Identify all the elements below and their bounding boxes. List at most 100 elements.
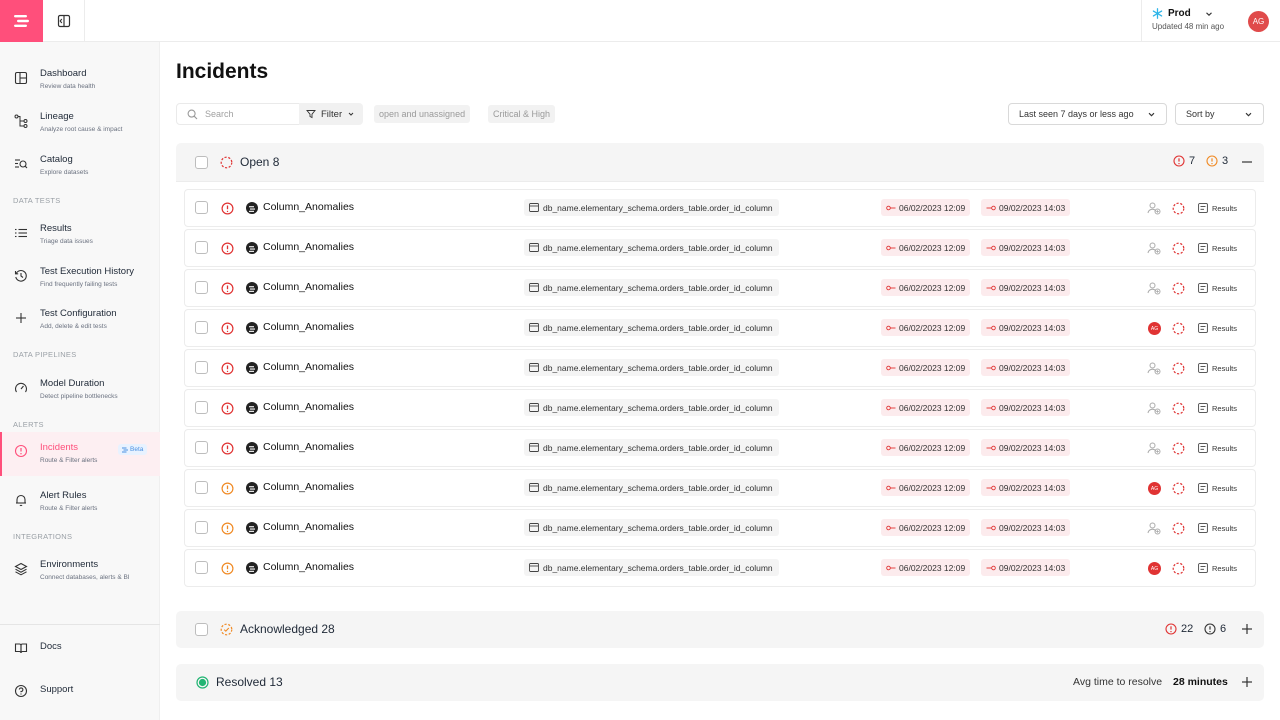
table-tag[interactable]: db_name.elementary_schema.orders_table.o… bbox=[524, 359, 779, 376]
incident-row[interactable]: Column_Anomalies db_name.elementary_sche… bbox=[184, 349, 1256, 387]
table-tag[interactable]: db_name.elementary_schema.orders_table.o… bbox=[524, 239, 779, 256]
sidebar-item-docs[interactable]: Docs bbox=[0, 635, 160, 665]
search-box[interactable] bbox=[176, 103, 300, 125]
table-tag[interactable]: db_name.elementary_schema.orders_table.o… bbox=[524, 559, 779, 576]
status-change-icon[interactable] bbox=[1172, 242, 1185, 255]
table-tag[interactable]: db_name.elementary_schema.orders_table.o… bbox=[524, 519, 779, 536]
sidebar-item-environments[interactable]: Environments Connect databases, alerts &… bbox=[0, 550, 160, 592]
results-button[interactable]: Results bbox=[1198, 360, 1237, 376]
incident-row[interactable]: Column_Anomalies db_name.elementary_sche… bbox=[184, 269, 1256, 307]
results-button[interactable]: Results bbox=[1198, 480, 1237, 496]
assign-user-icon[interactable] bbox=[1147, 521, 1161, 535]
filter-chip-open-unassigned[interactable]: open and unassigned bbox=[374, 105, 471, 123]
incident-group-resolved[interactable]: Resolved 13 Avg time to resolve 28 minut… bbox=[176, 664, 1264, 701]
sidebar-item-test-configuration[interactable]: Test Configuration Add, delete & edit te… bbox=[0, 299, 160, 341]
status-change-icon[interactable] bbox=[1172, 402, 1185, 415]
sidebar-item-model-duration[interactable]: Model Duration Detect pipeline bottlenec… bbox=[0, 369, 160, 411]
status-change-icon[interactable] bbox=[1172, 322, 1185, 335]
test-name[interactable]: Column_Anomalies bbox=[263, 521, 354, 533]
assignee-avatar[interactable]: AG bbox=[1148, 482, 1161, 495]
row-checkbox[interactable] bbox=[195, 241, 208, 254]
filter-chip-severity[interactable]: Critical & High bbox=[488, 105, 556, 123]
sidebar-item-results[interactable]: Results Triage data issues bbox=[0, 214, 160, 256]
assignee-avatar[interactable]: AG bbox=[1148, 322, 1161, 335]
row-checkbox[interactable] bbox=[195, 361, 208, 374]
group-header-open[interactable]: Open 8 7 3 bbox=[176, 143, 1264, 181]
status-change-icon[interactable] bbox=[1172, 562, 1185, 575]
test-name[interactable]: Column_Anomalies bbox=[263, 361, 354, 373]
status-change-icon[interactable] bbox=[1172, 522, 1185, 535]
sidebar-item-dashboard[interactable]: Dashboard Review data health bbox=[0, 59, 160, 101]
test-name[interactable]: Column_Anomalies bbox=[263, 441, 354, 453]
time-range-dropdown[interactable]: Last seen 7 days or less ago bbox=[1008, 103, 1167, 125]
incident-row[interactable]: Column_Anomalies db_name.elementary_sche… bbox=[184, 389, 1256, 427]
row-checkbox[interactable] bbox=[195, 561, 208, 574]
results-button[interactable]: Results bbox=[1198, 440, 1237, 456]
expand-icon[interactable] bbox=[1241, 676, 1253, 688]
row-checkbox[interactable] bbox=[195, 281, 208, 294]
table-tag[interactable]: db_name.elementary_schema.orders_table.o… bbox=[524, 439, 779, 456]
sidebar-item-catalog[interactable]: Catalog Explore datasets bbox=[0, 145, 160, 187]
select-all-checkbox[interactable] bbox=[195, 156, 208, 169]
test-name[interactable]: Column_Anomalies bbox=[263, 561, 354, 573]
results-button[interactable]: Results bbox=[1198, 240, 1237, 256]
assign-user-icon[interactable] bbox=[1147, 201, 1161, 215]
results-button[interactable]: Results bbox=[1198, 560, 1237, 576]
incident-group-acknowledged[interactable]: Acknowledged 28 22 6 bbox=[176, 611, 1264, 648]
results-button[interactable]: Results bbox=[1198, 200, 1237, 216]
assign-user-icon[interactable] bbox=[1147, 441, 1161, 455]
sidebar-item-alert-rules[interactable]: Alert Rules Route & Filter alerts bbox=[0, 481, 160, 523]
table-tag[interactable]: db_name.elementary_schema.orders_table.o… bbox=[524, 399, 779, 416]
sort-dropdown[interactable]: Sort by bbox=[1175, 103, 1264, 125]
table-tag[interactable]: db_name.elementary_schema.orders_table.o… bbox=[524, 319, 779, 336]
incident-row[interactable]: Column_Anomalies db_name.elementary_sche… bbox=[184, 309, 1256, 347]
assign-user-icon[interactable] bbox=[1147, 401, 1161, 415]
filter-button[interactable]: Filter bbox=[299, 103, 363, 125]
status-change-icon[interactable] bbox=[1172, 282, 1185, 295]
status-change-icon[interactable] bbox=[1172, 362, 1185, 375]
sidebar-item-incidents[interactable]: Incidents Route & Filter alerts Beta bbox=[0, 432, 160, 476]
row-checkbox[interactable] bbox=[195, 441, 208, 454]
test-name[interactable]: Column_Anomalies bbox=[263, 321, 354, 333]
sidebar-item-support[interactable]: Support bbox=[0, 678, 160, 708]
assign-user-icon[interactable] bbox=[1147, 361, 1161, 375]
incident-row[interactable]: Column_Anomalies db_name.elementary_sche… bbox=[184, 549, 1256, 587]
sidebar-item-test-execution-history[interactable]: Test Execution History Find frequently f… bbox=[0, 257, 160, 299]
incident-row[interactable]: Column_Anomalies db_name.elementary_sche… bbox=[184, 509, 1256, 547]
row-checkbox[interactable] bbox=[195, 481, 208, 494]
test-name[interactable]: Column_Anomalies bbox=[263, 401, 354, 413]
incident-row[interactable]: Column_Anomalies db_name.elementary_sche… bbox=[184, 189, 1256, 227]
table-tag[interactable]: db_name.elementary_schema.orders_table.o… bbox=[524, 479, 779, 496]
row-checkbox[interactable] bbox=[195, 201, 208, 214]
incident-row[interactable]: Column_Anomalies db_name.elementary_sche… bbox=[184, 469, 1256, 507]
assign-user-icon[interactable] bbox=[1147, 281, 1161, 295]
incident-row[interactable]: Column_Anomalies db_name.elementary_sche… bbox=[184, 429, 1256, 467]
assign-user-icon[interactable] bbox=[1147, 241, 1161, 255]
environment-selector[interactable]: Prod Updated 48 min ago bbox=[1141, 0, 1239, 42]
results-button[interactable]: Results bbox=[1198, 280, 1237, 296]
results-button[interactable]: Results bbox=[1198, 320, 1237, 336]
search-input[interactable] bbox=[205, 109, 295, 119]
row-checkbox[interactable] bbox=[195, 401, 208, 414]
status-change-icon[interactable] bbox=[1172, 442, 1185, 455]
row-checkbox[interactable] bbox=[195, 321, 208, 334]
row-checkbox[interactable] bbox=[195, 521, 208, 534]
app-logo[interactable] bbox=[0, 0, 43, 42]
sidebar-item-lineage[interactable]: Lineage Analyze root cause & impact bbox=[0, 102, 160, 144]
results-button[interactable]: Results bbox=[1198, 400, 1237, 416]
test-name[interactable]: Column_Anomalies bbox=[263, 241, 354, 253]
incident-row[interactable]: Column_Anomalies db_name.elementary_sche… bbox=[184, 229, 1256, 267]
expand-icon[interactable] bbox=[1241, 623, 1253, 635]
select-acknowledged-checkbox[interactable] bbox=[195, 623, 208, 636]
collapse-icon[interactable] bbox=[1241, 156, 1253, 168]
user-avatar[interactable]: AG bbox=[1248, 11, 1269, 32]
test-name[interactable]: Column_Anomalies bbox=[263, 201, 354, 213]
test-name[interactable]: Column_Anomalies bbox=[263, 481, 354, 493]
table-tag[interactable]: db_name.elementary_schema.orders_table.o… bbox=[524, 199, 779, 216]
test-name[interactable]: Column_Anomalies bbox=[263, 281, 354, 293]
status-change-icon[interactable] bbox=[1172, 482, 1185, 495]
results-button[interactable]: Results bbox=[1198, 520, 1237, 536]
status-change-icon[interactable] bbox=[1172, 202, 1185, 215]
table-tag[interactable]: db_name.elementary_schema.orders_table.o… bbox=[524, 279, 779, 296]
collapse-sidebar-button[interactable] bbox=[43, 0, 85, 42]
